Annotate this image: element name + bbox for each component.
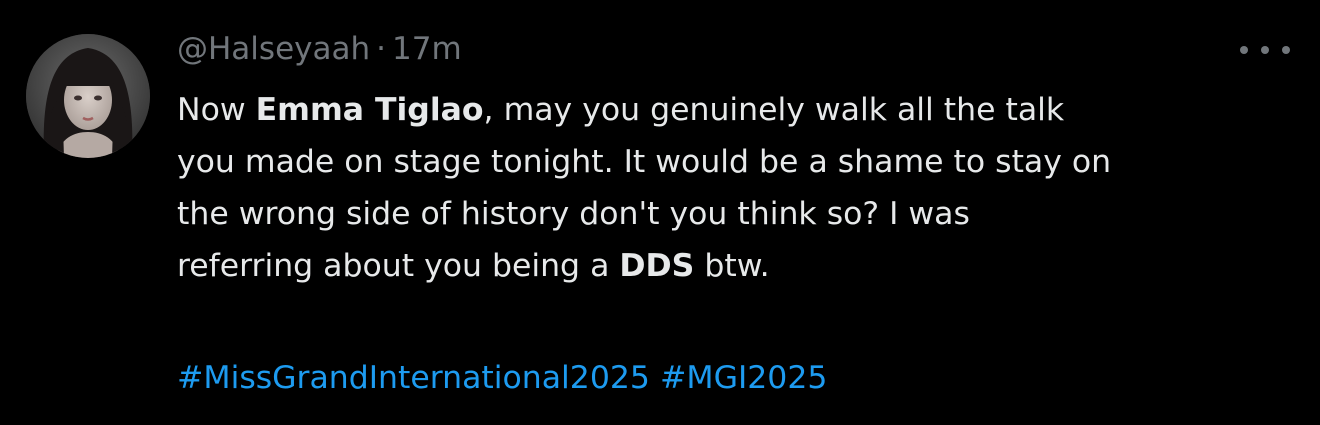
dot-3: [1282, 46, 1290, 54]
tweet-text-line-4: referring about you being a DDS btw.: [177, 240, 1307, 292]
more-dots-icon[interactable]: [1240, 38, 1290, 62]
bold-term: DDS: [619, 248, 695, 284]
hashtag-link[interactable]: #MissGrandInternational2025: [177, 360, 650, 396]
text-segment: , may you genuinely walk all the talk: [483, 92, 1065, 128]
text-segment: you made on stage tonight. It would be a…: [177, 144, 1112, 180]
tweet-text-line-1: Now Emma Tiglao, may you genuinely walk …: [177, 84, 1307, 136]
tweet: @Halseyaah · 17m Now Emma Tiglao, may you …: [0, 0, 1320, 425]
avatar[interactable]: [26, 34, 150, 158]
dot-1: [1240, 46, 1248, 54]
user-avatar-icon: [26, 34, 150, 158]
bold-mention: Emma Tiglao: [255, 92, 484, 128]
tweet-text-line-3: the wrong side of history don't you thin…: [177, 188, 1307, 240]
author-handle[interactable]: @Halseyaah: [177, 31, 370, 67]
text-segment: Now: [177, 92, 256, 128]
text-segment: referring about you being a: [177, 248, 620, 284]
tweet-text: Now Emma Tiglao, may you genuinely walk …: [177, 84, 1307, 292]
text-segment: the wrong side of history don't you thin…: [177, 196, 970, 232]
dot-2: [1261, 46, 1269, 54]
timestamp[interactable]: 17m: [392, 31, 462, 67]
hashtag-link[interactable]: #MGI2025: [660, 360, 827, 396]
meta-separator: ·: [376, 31, 386, 67]
text-segment: btw.: [694, 248, 770, 284]
tweet-meta: @Halseyaah · 17m: [177, 30, 462, 68]
tweet-text-line-2: you made on stage tonight. It would be a…: [177, 136, 1307, 188]
hashtags: #MissGrandInternational2025 #MGI2025: [177, 352, 827, 404]
